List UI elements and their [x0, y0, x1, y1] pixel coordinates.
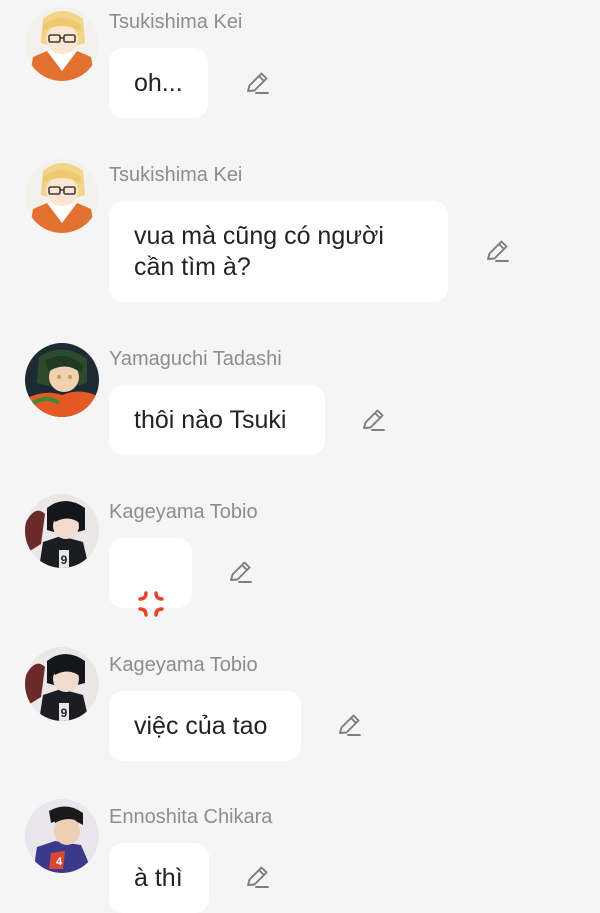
svg-text:9: 9 — [61, 706, 68, 720]
pencil-icon[interactable] — [226, 559, 254, 587]
kageyama-avatar[interactable]: 9 — [25, 647, 99, 721]
message-bubble[interactable]: à thì — [109, 843, 209, 913]
sender-name: Kageyama Tobio — [109, 501, 258, 523]
message-text: vua mà cũng có người cần tìm à? — [134, 221, 384, 281]
svg-text:4: 4 — [56, 856, 63, 868]
anger-symbol-icon — [136, 558, 166, 617]
yamaguchi-avatar[interactable] — [25, 343, 99, 417]
pencil-icon[interactable] — [335, 712, 363, 740]
message-bubble[interactable] — [109, 538, 192, 617]
pencil-icon[interactable] — [243, 70, 271, 98]
pencil-icon[interactable] — [243, 864, 271, 892]
message-text: thôi nào Tsuki — [134, 405, 287, 434]
sender-name: Tsukishima Kei — [109, 11, 243, 33]
message-bubble[interactable]: vua mà cũng có người cần tìm à? — [109, 201, 448, 302]
message-text: việc của tao — [134, 711, 268, 740]
sender-name: Kageyama Tobio — [109, 654, 258, 676]
svg-text:9: 9 — [61, 553, 68, 567]
sender-name: Yamaguchi Tadashi — [109, 348, 282, 370]
pencil-icon[interactable] — [359, 407, 387, 435]
tsukishima-avatar[interactable] — [25, 159, 99, 233]
message-bubble[interactable]: thôi nào Tsuki — [109, 385, 325, 455]
sender-name: Tsukishima Kei — [109, 164, 243, 186]
tsukishima-avatar[interactable] — [25, 7, 99, 81]
kageyama-avatar[interactable]: 9 — [25, 494, 99, 568]
ennoshita-avatar[interactable]: 4 — [25, 799, 99, 873]
message-text: oh... — [134, 68, 183, 97]
sender-name: Ennoshita Chikara — [109, 806, 273, 828]
message-text: à thì — [134, 863, 183, 892]
pencil-icon[interactable] — [483, 238, 511, 266]
message-bubble[interactable]: oh... — [109, 48, 208, 118]
message-bubble[interactable]: việc của tao — [109, 691, 301, 761]
